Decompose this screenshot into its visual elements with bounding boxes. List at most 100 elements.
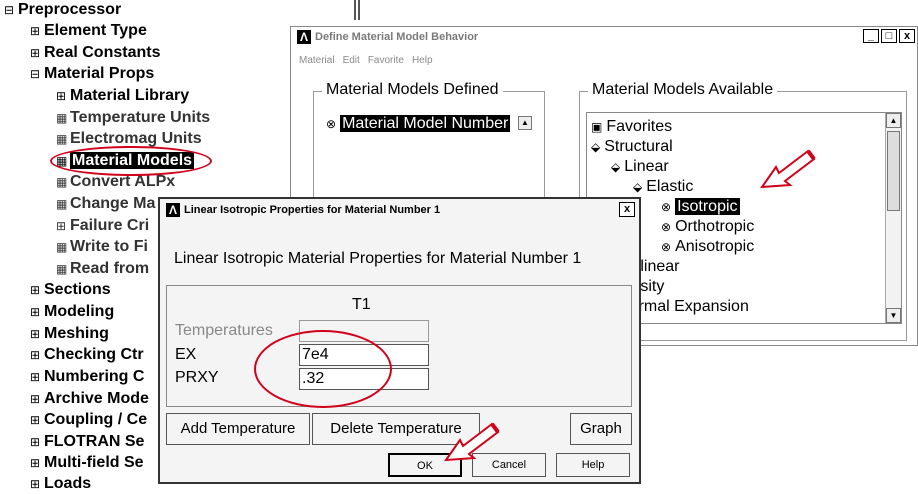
row-label-ex: EX bbox=[175, 346, 197, 363]
tree-label: Archive Mode bbox=[44, 390, 149, 407]
tree-item-material-props[interactable]: ⊟ Material Props bbox=[30, 64, 154, 84]
tree-item-numbering-ctrls[interactable]: ⊞ Numbering C bbox=[30, 367, 144, 387]
tree-label: Element Type bbox=[44, 22, 147, 39]
menu-help[interactable]: Help bbox=[412, 55, 433, 66]
tree-item-checking-ctrls[interactable]: ⊞ Checking Ctr bbox=[30, 345, 144, 365]
list-item-orthotropic[interactable]: ⊗ Orthotropic bbox=[661, 217, 754, 237]
scroll-up-button[interactable]: ▲ bbox=[886, 113, 901, 128]
list-label: Material Model Number bbox=[340, 115, 511, 132]
tree-label: Numbering C bbox=[44, 368, 145, 385]
list-item-elastic[interactable]: ⬙ Elastic bbox=[633, 177, 693, 197]
tree-item-sections[interactable]: ⊞ Sections bbox=[30, 280, 111, 300]
minimize-button[interactable]: _ bbox=[863, 29, 879, 43]
folder-open-icon: ⬙ bbox=[591, 140, 601, 154]
tree-label: Temperature Units bbox=[70, 109, 211, 126]
list-item-favorites[interactable]: ▣ Favorites bbox=[591, 117, 672, 137]
tree-label: Checking Ctr bbox=[44, 346, 144, 363]
maximize-button[interactable]: □ bbox=[881, 29, 897, 43]
list-item-anisotropic[interactable]: ⊗ Anisotropic bbox=[661, 237, 754, 257]
scroll-thumb[interactable] bbox=[887, 131, 900, 211]
expand-icon: ⊞ bbox=[30, 24, 41, 38]
tree-item-temperature-units[interactable]: ▦ Temperature Units bbox=[56, 108, 210, 128]
expand-icon: ⊞ bbox=[30, 456, 41, 470]
vertical-scrollbar[interactable]: ▲ ▼ bbox=[885, 113, 901, 323]
window-controls: _ □ x bbox=[863, 29, 915, 43]
list-item-linear[interactable]: ⬙ Linear bbox=[611, 157, 669, 177]
tree-label: Coupling / Ce bbox=[44, 411, 148, 428]
row-label-temperatures: Temperatures bbox=[175, 322, 273, 339]
tree-item-change-mat[interactable]: ▦ Change Ma bbox=[56, 194, 155, 214]
properties-table: T1 Temperatures EX 7e4 PRXY .32 bbox=[166, 285, 632, 407]
list-label: Elastic bbox=[646, 178, 694, 195]
menu-edit[interactable]: Edit bbox=[343, 55, 360, 66]
tree-item-read-from-file[interactable]: ▦ Read from bbox=[56, 259, 149, 279]
tree-item-flotran-set-up[interactable]: ⊞ FLOTRAN Se bbox=[30, 432, 144, 452]
tree-label: FLOTRAN Se bbox=[44, 433, 145, 450]
dialog-titlebar[interactable]: Λ Linear Isotropic Properties for Materia… bbox=[160, 199, 639, 221]
tree-label: Material Props bbox=[44, 65, 155, 82]
annotation-arrow-isotropic bbox=[759, 149, 816, 189]
expand-icon: ⊞ bbox=[30, 370, 41, 384]
folder-open-icon: ⬙ bbox=[633, 180, 643, 194]
tree-label: Loads bbox=[44, 475, 92, 492]
graph-button[interactable]: Graph bbox=[570, 413, 632, 445]
tree-item-real-constants[interactable]: ⊞ Real Constants bbox=[30, 43, 160, 63]
dialog-close-button[interactable]: x bbox=[619, 202, 635, 217]
tree-label: Modeling bbox=[44, 303, 115, 320]
tree-item-element-type[interactable]: ⊞ Element Type bbox=[30, 21, 147, 41]
list-item-structural[interactable]: ⬙ Structural bbox=[591, 137, 673, 157]
command-icon: ▦ bbox=[56, 132, 68, 146]
tree-item-write-to-file[interactable]: ▦ Write to Fi bbox=[56, 237, 148, 257]
list-label: Anisotropic bbox=[675, 238, 755, 255]
material-icon: ⊗ bbox=[326, 117, 337, 131]
menu-favorite[interactable]: Favorite bbox=[368, 55, 404, 66]
list-label: Linear bbox=[624, 158, 669, 175]
tree-item-multi-field-set-up[interactable]: ⊞ Multi-field Se bbox=[30, 453, 144, 473]
column-header-t1: T1 bbox=[352, 296, 371, 313]
tree-label: Failure Cri bbox=[70, 217, 150, 234]
tree-item-failure-criteria[interactable]: ⊞ Failure Cri bbox=[56, 216, 149, 236]
window-titlebar[interactable]: Λ Define Material Model Behavior _ □ x bbox=[291, 27, 917, 47]
expand-icon: ⊞ bbox=[30, 283, 41, 297]
help-button[interactable]: Help bbox=[556, 453, 630, 477]
tree-label: Multi-field Se bbox=[44, 454, 144, 471]
expand-icon: ⊞ bbox=[30, 327, 41, 341]
collapse-icon: ⊟ bbox=[4, 3, 15, 17]
add-temperature-button[interactable]: Add Temperature bbox=[166, 413, 310, 445]
expand-icon: ⊞ bbox=[30, 435, 41, 449]
menu-material[interactable]: Material bbox=[299, 55, 335, 66]
defined-title: Material Models Defined bbox=[322, 81, 503, 99]
row-label-prxy: PRXY bbox=[175, 369, 219, 386]
tree-item-archive-model[interactable]: ⊞ Archive Mode bbox=[30, 389, 149, 409]
expand-icon: ⊞ bbox=[30, 46, 41, 60]
list-item-isotropic[interactable]: ⊗ Isotropic bbox=[661, 197, 740, 217]
scroll-down-button[interactable]: ▼ bbox=[886, 308, 901, 323]
expand-icon: ⊞ bbox=[30, 348, 41, 362]
tree-item-loads[interactable]: ⊞ Loads bbox=[30, 474, 91, 494]
tree-label: Read from bbox=[70, 260, 150, 277]
tree-label: Real Constants bbox=[44, 44, 161, 61]
expand-icon: ⊞ bbox=[30, 413, 41, 427]
tree-label: Write to Fi bbox=[70, 238, 148, 255]
tree-item-preprocessor[interactable]: ⊟ Preprocessor bbox=[4, 0, 121, 20]
tree-item-coupling-ceqn[interactable]: ⊞ Coupling / Ce bbox=[30, 410, 147, 430]
close-button[interactable]: x bbox=[899, 29, 915, 43]
annotation-arrow-ok bbox=[443, 422, 500, 462]
tree-item-material-library[interactable]: ⊞ Material Library bbox=[56, 86, 189, 106]
tree-item-meshing[interactable]: ⊞ Meshing bbox=[30, 324, 109, 344]
tree-label: Preprocessor bbox=[18, 1, 122, 18]
highlight-ellipse bbox=[50, 146, 212, 176]
ansys-logo-icon: Λ bbox=[166, 203, 180, 218]
command-icon: ▦ bbox=[56, 175, 68, 189]
highlight-ellipse-values bbox=[254, 330, 392, 408]
material-icon: ⊗ bbox=[661, 200, 672, 214]
tree-item-modeling[interactable]: ⊞ Modeling bbox=[30, 302, 114, 322]
dialog-heading: Linear Isotropic Material Properties for… bbox=[174, 250, 582, 267]
material-icon: ⊗ bbox=[661, 220, 672, 234]
list-item-material-model-number[interactable]: ⊗ Material Model Number bbox=[326, 114, 511, 134]
tree-label: Sections bbox=[44, 281, 111, 298]
window-title: Define Material Model Behavior bbox=[315, 31, 479, 43]
expand-icon: ⊞ bbox=[30, 477, 41, 491]
splitter-handle[interactable] bbox=[354, 0, 360, 20]
mini-scroll-up-button[interactable]: ▲ bbox=[518, 116, 532, 130]
